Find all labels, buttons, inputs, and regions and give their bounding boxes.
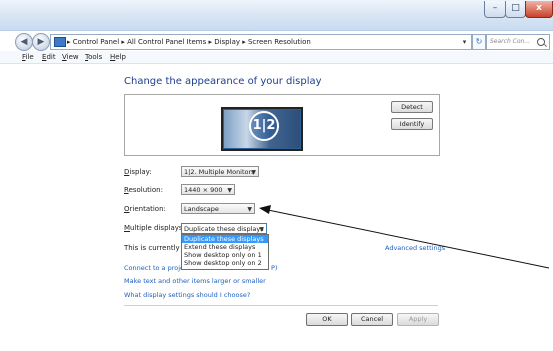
annotation-arrow-line <box>267 209 550 269</box>
annotation-arrow-head <box>259 205 271 214</box>
annotation-arrow <box>259 205 550 269</box>
